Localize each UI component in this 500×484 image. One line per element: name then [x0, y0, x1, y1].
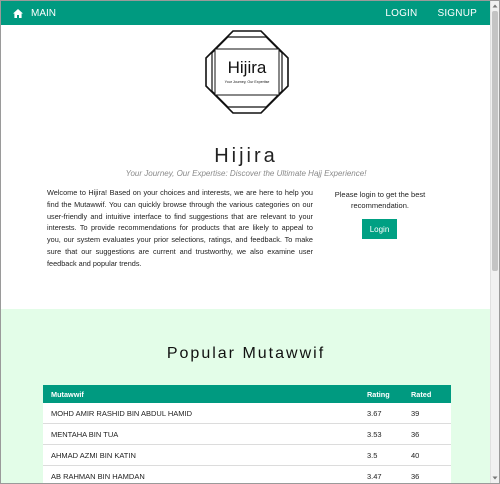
- scroll-down-arrow-icon[interactable]: [491, 474, 499, 482]
- cell-rated: 39: [403, 403, 451, 424]
- cell-rating: 3.47: [359, 465, 403, 483]
- nav-login-link[interactable]: LOGIN: [385, 8, 417, 19]
- mutawwif-table: Mutawwif Rating Rated MOHD AMIR RASHID B…: [43, 385, 451, 483]
- column-header-rating: Rating: [359, 385, 403, 403]
- nav-home-link[interactable]: MAIN: [13, 8, 56, 19]
- login-button[interactable]: Login: [362, 219, 397, 239]
- tagline: Your Journey, Our Expertise: Discover th…: [125, 169, 367, 178]
- nav-auth-links: LOGIN SIGNUP: [385, 8, 477, 19]
- cell-name: AB RAHMAN BIN HAMDAN: [43, 465, 359, 483]
- table-header-row: Mutawwif Rating Rated: [43, 385, 451, 403]
- login-prompt: Please login to get the best recommendat…: [334, 190, 426, 210]
- column-header-mutawwif: Mutawwif: [43, 385, 359, 403]
- vertical-scrollbar[interactable]: [490, 1, 499, 483]
- logo-wordmark: Hijira: [228, 58, 267, 77]
- column-header-rated: Rated: [403, 385, 451, 403]
- cell-name: MENTAHA BIN TUA: [43, 423, 359, 445]
- page-title: Hijira: [214, 145, 278, 167]
- scroll-up-arrow-icon[interactable]: [491, 2, 499, 10]
- table-row[interactable]: MOHD AMIR RASHID BIN ABDUL HAMID 3.67 39: [43, 403, 451, 424]
- table-row[interactable]: MENTAHA BIN TUA 3.53 36: [43, 423, 451, 445]
- cell-name: AHMAD AZMI BIN KATIN: [43, 444, 359, 466]
- scrollbar-thumb[interactable]: [492, 11, 498, 271]
- navbar: MAIN LOGIN SIGNUP: [1, 1, 491, 25]
- cell-rating: 3.5: [359, 444, 403, 466]
- table-row[interactable]: AB RAHMAN BIN HAMDAN 3.47 36: [43, 465, 451, 483]
- nav-home-label: MAIN: [31, 8, 56, 19]
- browser-viewport: MAIN LOGIN SIGNUP Hijira Your Journey, O…: [0, 0, 500, 484]
- home-icon: [13, 9, 23, 18]
- cell-rating: 3.53: [359, 423, 403, 445]
- hijira-logo: Hijira Your Journey, Our Expertise: [205, 30, 289, 114]
- section-title: Popular Mutawwif: [166, 345, 326, 362]
- cell-name: MOHD AMIR RASHID BIN ABDUL HAMID: [43, 403, 359, 424]
- popular-mutawwif-section: Popular Mutawwif Mutawwif Rating Rated M…: [1, 309, 491, 483]
- cell-rated: 36: [403, 423, 451, 445]
- logo-subtext: Your Journey, Our Expertise: [225, 80, 270, 84]
- nav-signup-link[interactable]: SIGNUP: [437, 8, 477, 19]
- cell-rated: 40: [403, 444, 451, 466]
- cell-rating: 3.67: [359, 403, 403, 424]
- cell-rated: 36: [403, 465, 451, 483]
- table-row[interactable]: AHMAD AZMI BIN KATIN 3.5 40: [43, 444, 451, 466]
- intro-paragraph: Welcome to Hijira! Based on your choices…: [47, 188, 313, 268]
